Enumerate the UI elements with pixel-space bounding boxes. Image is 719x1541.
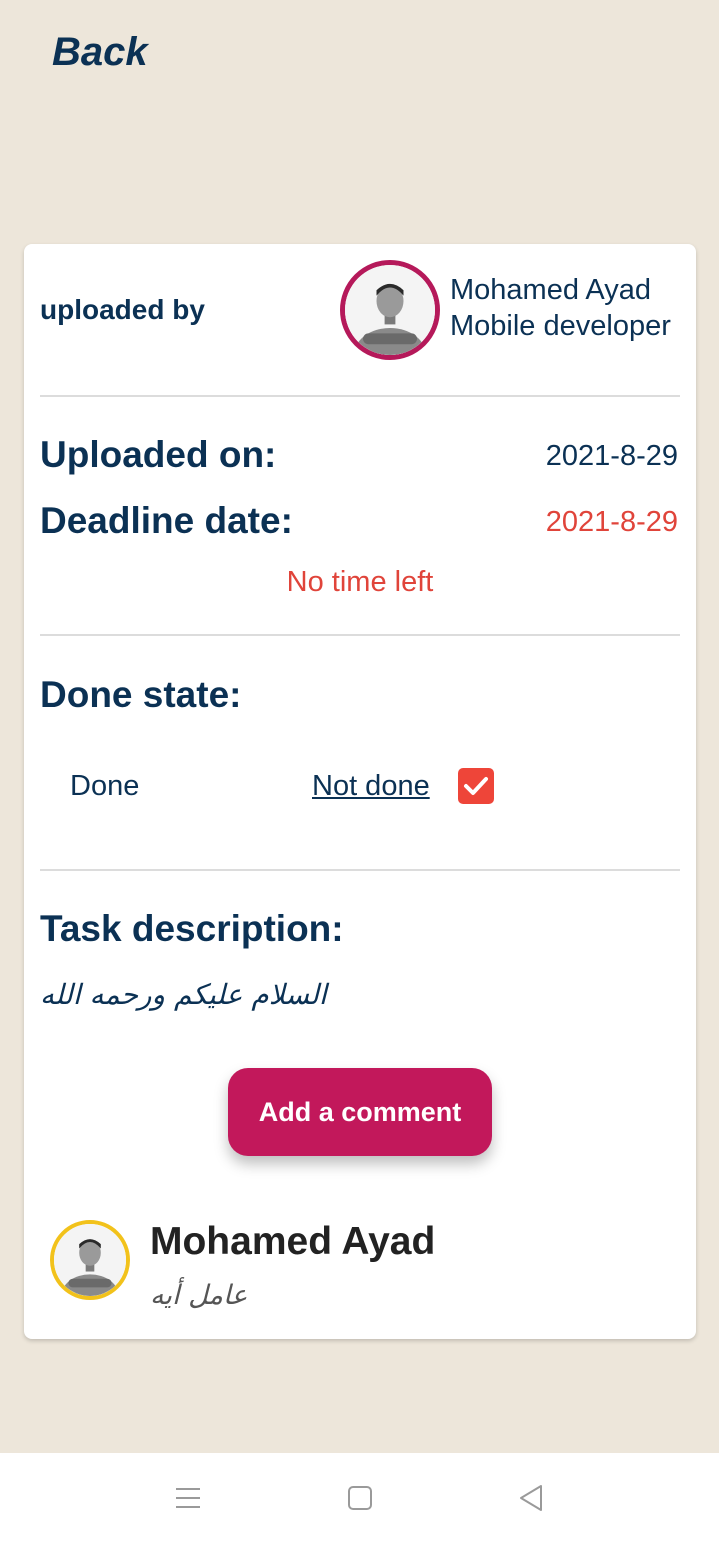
uploader-avatar[interactable] (340, 260, 440, 360)
uploaded-by-label: uploaded by (40, 294, 205, 325)
home-nav-button[interactable] (345, 1483, 375, 1513)
home-square-icon (348, 1486, 372, 1510)
not-done-option[interactable]: Not done (312, 770, 430, 803)
back-nav-button[interactable] (516, 1483, 546, 1513)
back-triangle-icon (520, 1485, 542, 1511)
person-avatar-icon (54, 1224, 126, 1296)
done-state-label: Done state: (40, 674, 242, 715)
system-nav-bar (0, 1453, 719, 1541)
divider (40, 869, 680, 871)
uploaded-on-label: Uploaded on: (40, 434, 277, 475)
uploaded-on-value: 2021-8-29 (545, 440, 678, 472)
menu-nav-button[interactable] (173, 1483, 203, 1513)
task-details-card: uploaded by Mohamed Ayad Mobile develope… (24, 244, 696, 1339)
task-description-label: Task description: (40, 908, 344, 949)
done-option[interactable]: Done (70, 770, 139, 803)
uploader-name: Mohamed Ayad (450, 274, 651, 306)
back-link[interactable]: Back (52, 30, 148, 75)
checkmark-icon (464, 777, 488, 795)
comment-author: Mohamed Ayad (150, 1220, 436, 1263)
uploader-role: Mobile developer (450, 310, 671, 342)
menu-icon (176, 1488, 200, 1508)
commenter-avatar[interactable] (50, 1220, 130, 1300)
divider (40, 395, 680, 397)
deadline-label: Deadline date: (40, 500, 293, 541)
task-description-text: السلام عليكم ورحمه الله (40, 978, 327, 1011)
divider (40, 634, 680, 636)
person-avatar-icon (345, 265, 435, 355)
deadline-value: 2021-8-29 (545, 506, 678, 538)
not-done-checkbox[interactable] (458, 768, 494, 804)
comment-text: عامل أيه (150, 1280, 248, 1311)
add-comment-button[interactable]: Add a comment (228, 1068, 492, 1156)
time-left-status: No time left (286, 566, 434, 598)
